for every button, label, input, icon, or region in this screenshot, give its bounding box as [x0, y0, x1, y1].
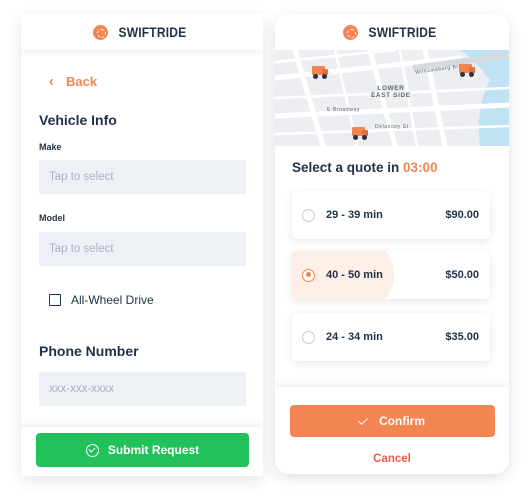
quote-price: $50.00 — [445, 269, 479, 281]
quote-radio[interactable] — [302, 330, 315, 344]
street-label: E Broadway — [327, 107, 360, 113]
truck-icon[interactable] — [312, 65, 328, 79]
chevron-left-icon: ‹ — [49, 73, 54, 90]
phone-field[interactable] — [39, 372, 246, 406]
neighborhood-label: LOWER EAST SIDE — [371, 85, 411, 100]
back-button[interactable]: ‹ Back — [49, 74, 97, 89]
quote-price: $90.00 — [445, 209, 479, 221]
quote-option[interactable]: 29 - 39 min $90.00 — [292, 191, 490, 239]
awd-label: All-Wheel Drive — [71, 293, 154, 307]
make-field[interactable] — [39, 160, 246, 194]
confirm-button[interactable]: Confirm — [290, 405, 495, 437]
brand-name: SWIFTRIDE — [118, 24, 186, 40]
truck-icon[interactable] — [459, 63, 475, 77]
swiftride-logo-icon — [92, 24, 108, 40]
quote-heading: Select a quote in 03:00 — [292, 160, 438, 175]
awd-option[interactable]: All-Wheel Drive — [49, 293, 154, 307]
awd-checkbox[interactable] — [49, 294, 61, 306]
truck-icon[interactable] — [352, 126, 368, 140]
quote-title-text: Select a quote in — [292, 160, 400, 175]
quote-option[interactable]: 24 - 34 min $35.00 — [292, 313, 490, 361]
quote-duration: 29 - 39 min — [326, 209, 383, 221]
quote-price: $35.00 — [445, 331, 479, 343]
quote-radio[interactable] — [302, 268, 315, 282]
neighborhood-line-2: EAST SIDE — [371, 91, 411, 99]
vehicle-form-screen: SWIFTRIDE ‹ Back Vehicle Info Make Model… — [21, 14, 263, 476]
model-label: Model — [39, 213, 65, 223]
quote-duration: 40 - 50 min — [326, 269, 383, 281]
check-circle-icon — [85, 443, 99, 457]
countdown-timer: 03:00 — [403, 160, 438, 175]
model-field[interactable] — [39, 232, 246, 266]
submit-request-button[interactable]: Submit Request — [36, 433, 249, 467]
brand-name: SWIFTRIDE — [368, 24, 436, 40]
back-label: Back — [66, 74, 98, 89]
cancel-link[interactable]: Cancel — [275, 453, 509, 465]
confirm-label: Confirm — [379, 414, 425, 428]
quote-duration: 24 - 34 min — [326, 331, 383, 343]
street-label: Delancey St — [375, 124, 409, 130]
quote-selection-screen: SWIFTRIDE LOWER EAST SIDE Williamsburg B… — [275, 14, 509, 474]
check-icon — [358, 414, 369, 425]
quote-radio[interactable] — [302, 208, 315, 222]
submit-label: Submit Request — [107, 443, 200, 457]
phone-number-heading: Phone Number — [39, 343, 139, 359]
app-header: SWIFTRIDE — [275, 14, 509, 50]
swiftride-logo-icon — [342, 24, 358, 40]
app-header: SWIFTRIDE — [21, 14, 263, 50]
make-label: Make — [39, 142, 62, 152]
map-view[interactable]: LOWER EAST SIDE Williamsburg Bridge E Br… — [275, 50, 509, 146]
vehicle-info-heading: Vehicle Info — [39, 112, 117, 128]
quote-option-selected[interactable]: 40 - 50 min $50.00 — [292, 251, 490, 299]
